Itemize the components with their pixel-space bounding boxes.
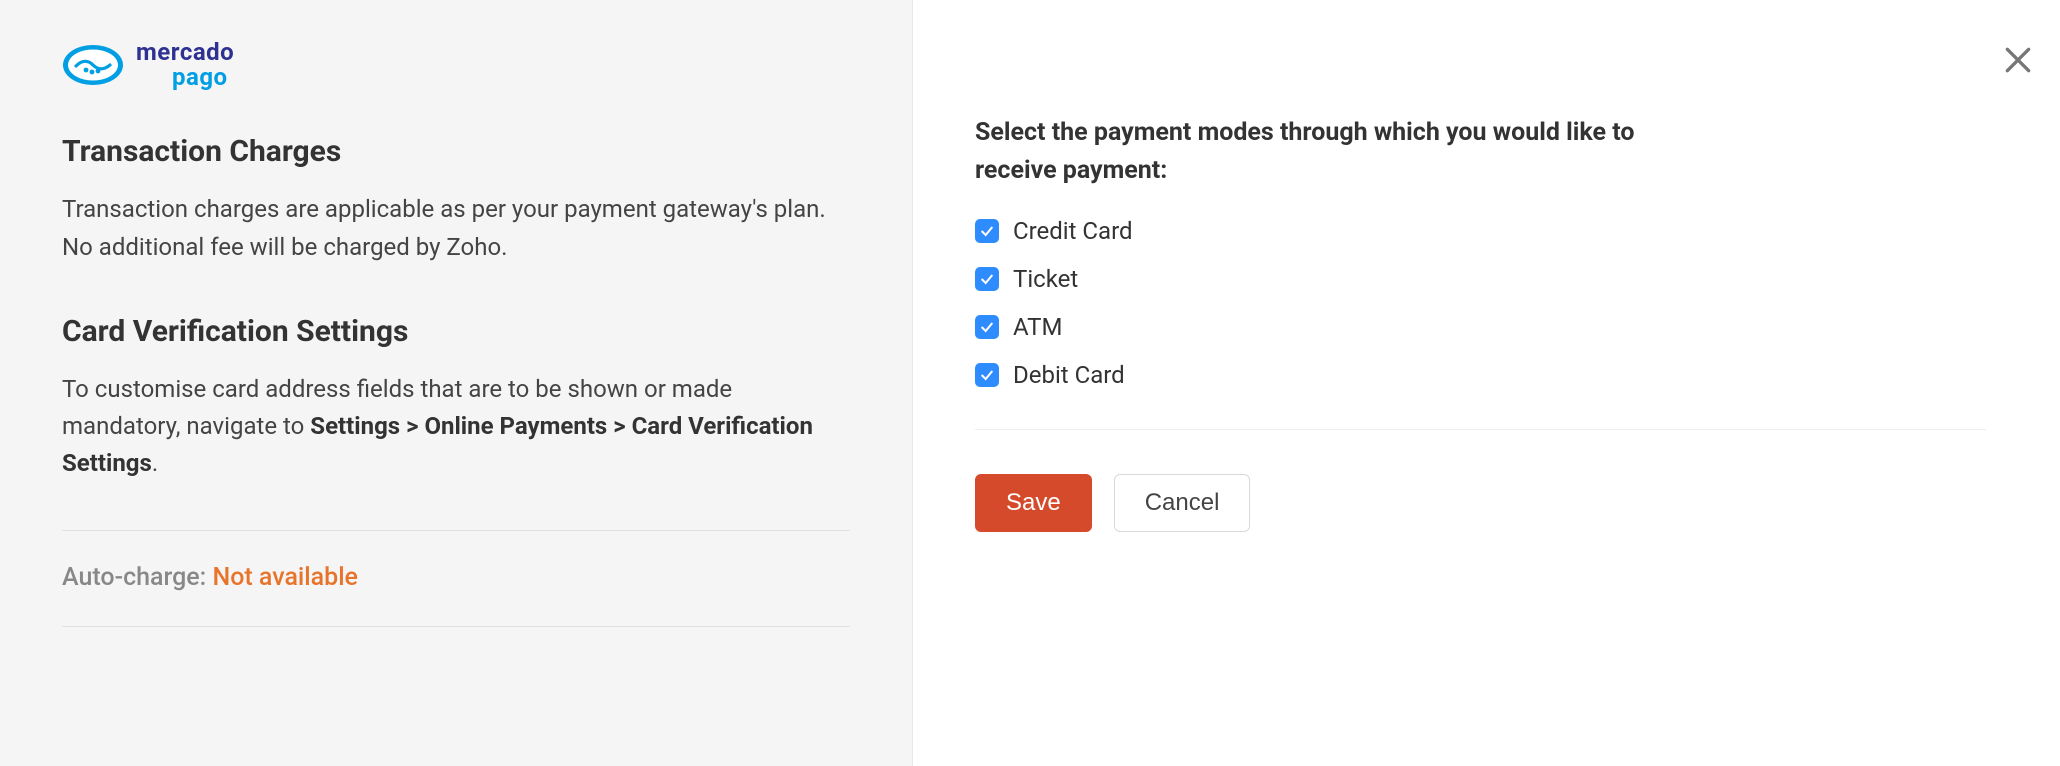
info-panel: mercado pago Transaction Charges Transac… <box>0 0 913 766</box>
check-icon <box>979 223 995 239</box>
card-text-suffix: . <box>152 449 158 477</box>
payment-mode-option[interactable]: Ticket <box>975 265 1986 293</box>
payment-mode-label: Ticket <box>1013 265 1078 293</box>
close-button[interactable] <box>2002 44 2034 76</box>
payment-modes-heading: Select the payment modes through which y… <box>975 114 1695 189</box>
payment-mode-label: ATM <box>1013 313 1062 341</box>
check-icon <box>979 271 995 287</box>
transaction-charges-text: Transaction charges are applicable as pe… <box>62 191 850 265</box>
auto-charge-label: Auto-charge: <box>62 563 212 592</box>
payment-mode-label: Debit Card <box>1013 361 1125 389</box>
form-actions: Save Cancel <box>975 474 1986 532</box>
payment-mode-option[interactable]: ATM <box>975 313 1986 341</box>
payment-mode-option[interactable]: Credit Card <box>975 217 1986 245</box>
payment-mode-label: Credit Card <box>1013 217 1133 245</box>
save-button[interactable]: Save <box>975 474 1092 532</box>
check-icon <box>979 367 995 383</box>
auto-charge-value: Not available <box>212 563 357 592</box>
logo-line-1: mercado <box>136 40 234 65</box>
form-divider <box>975 429 1986 430</box>
checkbox[interactable] <box>975 315 999 339</box>
card-verification-text: To customise card address fields that ar… <box>62 371 850 483</box>
divider <box>62 530 850 531</box>
checkbox[interactable] <box>975 219 999 243</box>
checkbox[interactable] <box>975 363 999 387</box>
logo-text: mercado pago <box>136 40 234 90</box>
dialog-container: mercado pago Transaction Charges Transac… <box>0 0 2060 766</box>
handshake-icon <box>62 44 124 86</box>
mercado-pago-logo: mercado pago <box>62 40 850 90</box>
cancel-button[interactable]: Cancel <box>1114 474 1251 532</box>
transaction-charges-title: Transaction Charges <box>62 134 850 169</box>
logo-line-2: pago <box>136 65 234 90</box>
auto-charge-row: Auto-charge: Not available <box>62 563 850 627</box>
payment-mode-option[interactable]: Debit Card <box>975 361 1986 389</box>
card-verification-title: Card Verification Settings <box>62 314 850 349</box>
payment-modes-list: Credit Card Ticket ATM Debit Card <box>975 217 1986 389</box>
close-icon <box>2002 44 2034 76</box>
checkbox[interactable] <box>975 267 999 291</box>
form-panel: Select the payment modes through which y… <box>913 0 2060 766</box>
check-icon <box>979 319 995 335</box>
